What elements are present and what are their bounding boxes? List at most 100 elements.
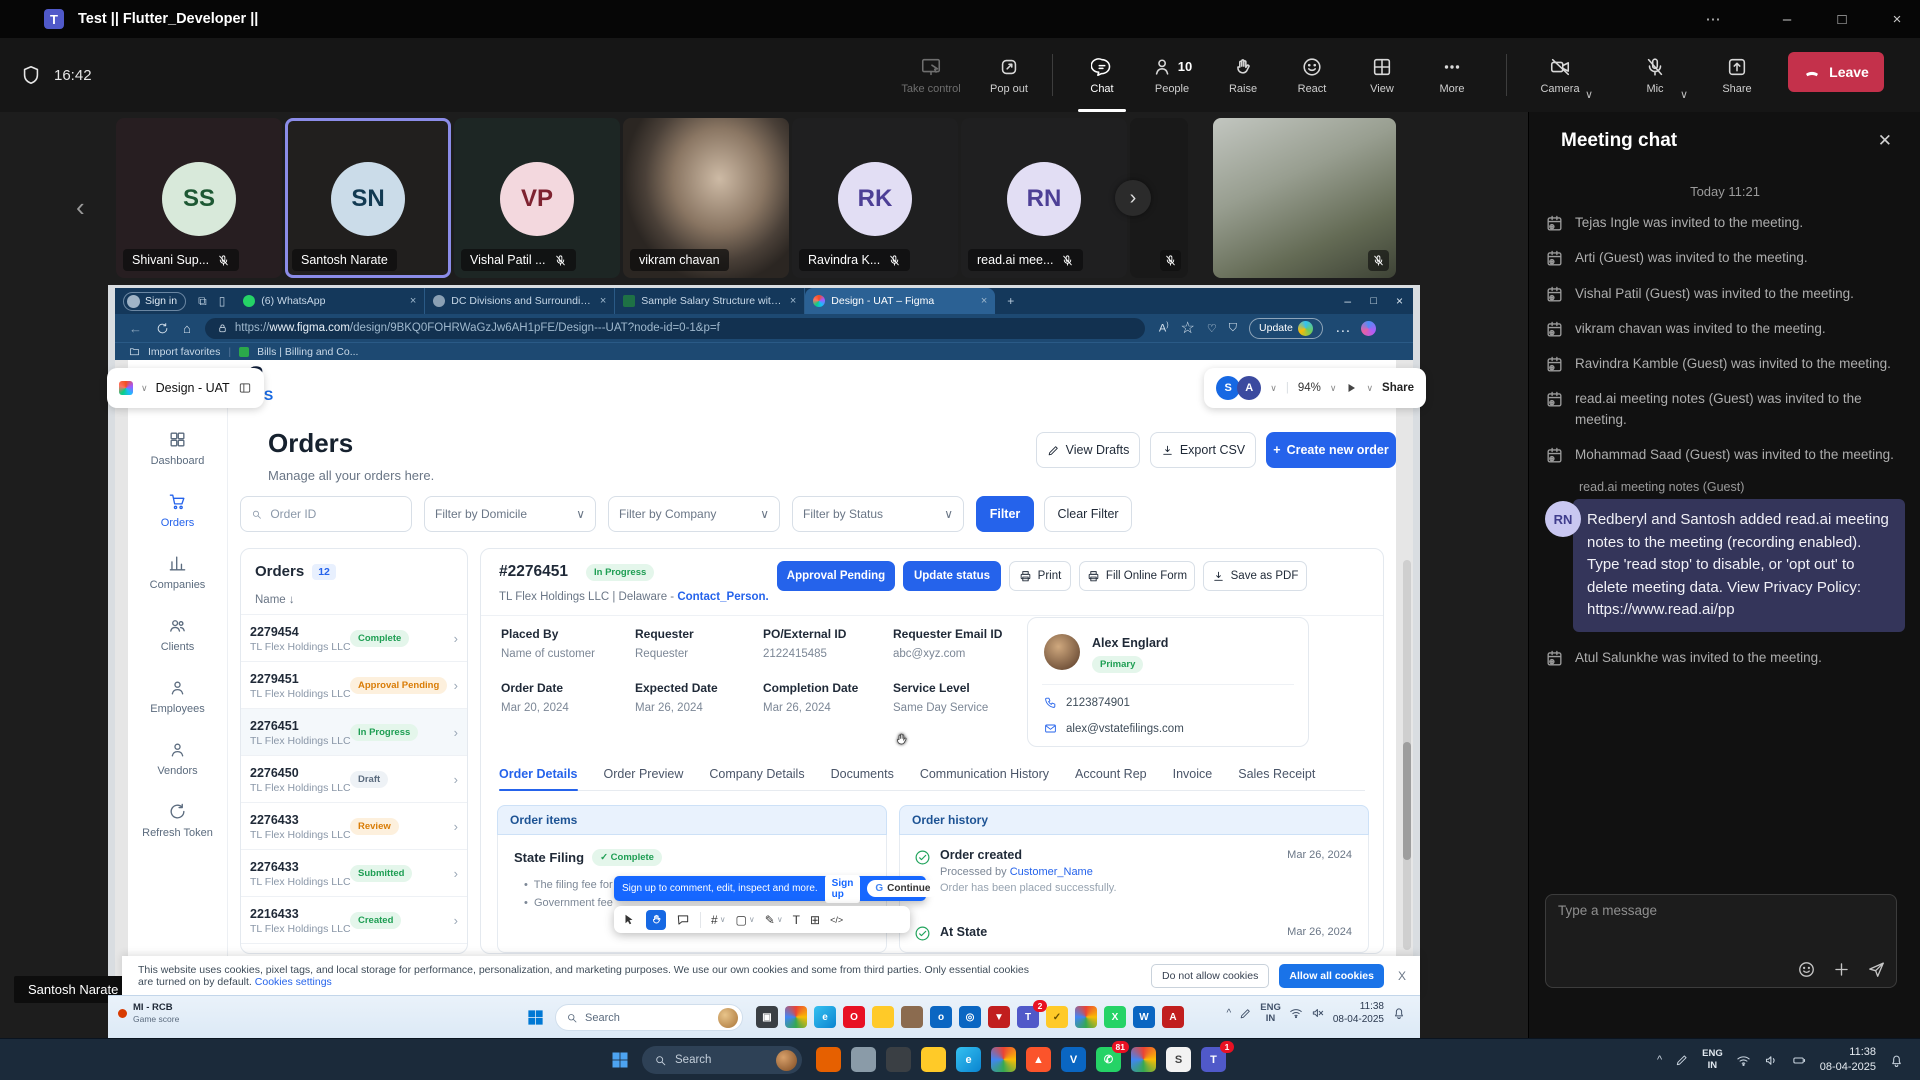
export-csv-button[interactable]: Export CSV <box>1150 432 1256 468</box>
detail-tab[interactable]: Company Details <box>709 767 804 781</box>
taskbar-app-icon[interactable]: T 1 <box>1201 1047 1226 1072</box>
order-id-search[interactable] <box>240 496 412 532</box>
taskbar-app-icon[interactable] <box>872 1006 894 1028</box>
tiles-next-chevron-button[interactable]: › <box>1115 180 1151 216</box>
sidebar-item-clients[interactable]: Clients <box>161 616 195 653</box>
react-button[interactable]: React <box>1274 38 1350 112</box>
mic-options-chevron-icon[interactable]: ∨ <box>1680 88 1688 101</box>
order-list-item[interactable]: 2279454TL Flex Holdings LLC Complete › <box>241 615 467 662</box>
pen-icon[interactable] <box>1675 1053 1689 1067</box>
taskbar-app-icon[interactable]: T 2 <box>1017 1006 1039 1028</box>
minimize-button[interactable]: – <box>1764 0 1810 38</box>
start-button[interactable] <box>526 1008 545 1027</box>
filter-button[interactable]: Filter <box>976 496 1034 532</box>
speaker-icon[interactable] <box>1764 1053 1779 1068</box>
leave-button[interactable]: Leave <box>1788 52 1884 92</box>
language-indicator[interactable]: ENGIN <box>1260 1002 1281 1025</box>
pen-icon[interactable] <box>1239 1007 1252 1020</box>
taskbar-app-icon[interactable]: S <box>1166 1047 1191 1072</box>
video-tile[interactable]: SS Shivani Sup... <box>116 118 282 278</box>
speaker-muted-icon[interactable] <box>1311 1006 1325 1020</box>
fill-online-form-button[interactable]: Fill Online Form <box>1079 561 1195 591</box>
start-button[interactable] <box>610 1050 630 1070</box>
tab-close-icon[interactable]: × <box>600 295 606 307</box>
battery-icon[interactable] <box>1792 1053 1807 1068</box>
taskbar-app-icon[interactable]: ▲ <box>1026 1047 1051 1072</box>
browser-tab[interactable]: Design - UAT – Figma × <box>805 288 995 314</box>
taskbar-app-icon[interactable]: A <box>1162 1006 1184 1028</box>
video-tile[interactable]: SN Santosh Narate <box>285 118 451 278</box>
detail-tab[interactable]: Account Rep <box>1075 767 1147 781</box>
widgets-button[interactable]: MI - RCBGame score <box>118 1002 179 1025</box>
tab-close-icon[interactable]: × <box>981 295 987 307</box>
order-list-item[interactable]: 2276433TL Flex Holdings LLC Submitted › <box>241 850 467 897</box>
order-list-item[interactable]: 2216433TL Flex Holdings LLC Created › <box>241 897 467 944</box>
order-list-item[interactable]: 2276451TL Flex Holdings LLC In Progress … <box>241 709 467 756</box>
taskbar-app-icon[interactable] <box>921 1047 946 1072</box>
taskbar-app-icon[interactable] <box>886 1047 911 1072</box>
frame-tool-icon[interactable]: #∨ <box>711 913 726 927</box>
settings-more-icon[interactable]: … <box>1335 319 1351 337</box>
taskbar-app-icon[interactable] <box>785 1006 807 1028</box>
detail-tab[interactable]: Communication History <box>920 767 1049 781</box>
print-button[interactable]: Print <box>1009 561 1071 591</box>
wifi-icon[interactable] <box>1289 1006 1303 1020</box>
attach-plus-icon[interactable] <box>1832 960 1851 979</box>
taskbar-app-icon[interactable] <box>816 1047 841 1072</box>
maximize-button[interactable]: □ <box>1819 0 1865 38</box>
detail-tab[interactable]: Documents <box>831 767 894 781</box>
sidebar-item-orders[interactable]: Orders <box>161 492 195 529</box>
pop-out-button[interactable]: Pop out <box>971 38 1047 112</box>
taskbar-app-icon[interactable]: ▼ <box>988 1006 1010 1028</box>
raise-hand-button[interactable]: Raise <box>1205 38 1281 112</box>
vertical-tabs-icon[interactable]: ▯ <box>219 294 226 308</box>
taskbar-app-icon[interactable] <box>991 1047 1016 1072</box>
clear-filter-button[interactable]: Clear Filter <box>1044 496 1132 532</box>
taskbar-app-icon[interactable]: ✆ 81 <box>1096 1047 1121 1072</box>
new-tab-button[interactable]: + <box>1007 294 1014 308</box>
notifications-bell-icon[interactable] <box>1889 1053 1904 1068</box>
update-status-button[interactable]: Update status <box>903 561 1001 591</box>
titlebar-more-icon[interactable]: ⋯ <box>1690 0 1736 38</box>
tab-close-icon[interactable]: × <box>410 295 416 307</box>
reload-icon[interactable] <box>156 322 169 335</box>
taskbar-app-icon[interactable]: ✓ <box>1046 1006 1068 1028</box>
essentials-icon[interactable]: ♡ <box>1207 322 1217 335</box>
detail-tab[interactable]: Invoice <box>1173 767 1213 781</box>
figma-share-button[interactable]: Share <box>1382 382 1414 394</box>
taskbar-app-icon[interactable]: V <box>1061 1047 1086 1072</box>
chat-button[interactable]: Chat <box>1064 38 1140 112</box>
create-new-order-button[interactable]: +Create new order <box>1266 432 1396 468</box>
zoom-level[interactable]: 94% <box>1298 382 1321 394</box>
sidebar-item-companies[interactable]: Companies <box>150 554 206 591</box>
chevron-down-icon[interactable]: ∨ <box>1366 383 1373 394</box>
tiles-previous-chevron-icon[interactable]: ‹ <box>76 192 85 223</box>
import-favorites-link[interactable]: Import favorites <box>148 346 220 358</box>
browser-tab[interactable]: DC Divisions and Surroundings × <box>425 288 615 314</box>
wifi-icon[interactable] <box>1736 1053 1751 1068</box>
bills-bookmark-link[interactable]: Bills | Billing and Co... <box>257 346 358 358</box>
people-button[interactable]: 10 People <box>1134 38 1210 112</box>
notifications-bell-icon[interactable] <box>1392 1006 1406 1020</box>
taskbar-app-icon[interactable]: ◎ <box>959 1006 981 1028</box>
sidebar-item-refresh-token[interactable]: Refresh Token <box>142 802 213 839</box>
order-list-item[interactable]: 2276433TL Flex Holdings LLC Review › <box>241 803 467 850</box>
pen-tool-icon[interactable]: ✎∨ <box>765 913 783 927</box>
emoji-icon[interactable] <box>1797 960 1816 979</box>
layout-panel-icon[interactable] <box>238 381 252 395</box>
browser-maximize-icon[interactable]: □ <box>1370 295 1377 307</box>
taskbar-app-icon[interactable]: X <box>1104 1006 1126 1028</box>
taskbar-app-icon[interactable]: o <box>930 1006 952 1028</box>
favorite-star-icon[interactable]: ☆ <box>1181 318 1195 338</box>
allow-cookies-button[interactable]: Allow all cookies <box>1279 964 1384 988</box>
hand-tool-icon[interactable] <box>646 910 666 930</box>
chevron-down-icon[interactable]: ∨ <box>1270 383 1277 394</box>
chevron-down-icon[interactable]: ∨ <box>141 383 148 394</box>
browser-profile-button[interactable]: Sign in <box>123 292 186 311</box>
clock[interactable]: 11:3808-04-2025 <box>1820 1045 1876 1075</box>
taskbar-app-icon[interactable]: W <box>1133 1006 1155 1028</box>
taskbar-search[interactable]: Search <box>642 1046 802 1074</box>
order-list-item[interactable]: 2276450TL Flex Holdings LLC Draft › <box>241 756 467 803</box>
video-tile[interactable]: RK Ravindra K... <box>792 118 958 278</box>
sign-up-button[interactable]: Sign up <box>825 875 861 903</box>
